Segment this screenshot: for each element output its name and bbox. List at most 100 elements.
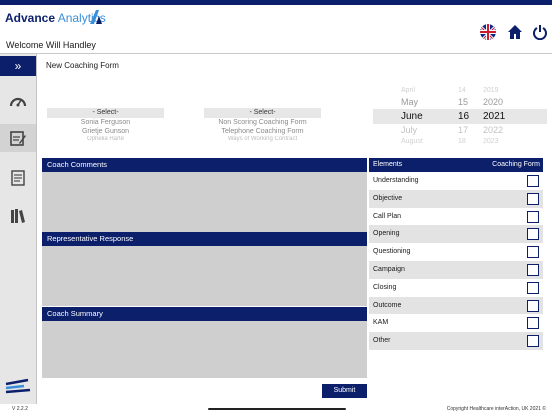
sidebar-item-notes[interactable] <box>0 164 36 192</box>
element-checkbox[interactable] <box>527 228 539 241</box>
element-row: Objective <box>369 189 543 208</box>
element-row: Opening <box>369 225 543 244</box>
element-checkbox[interactable] <box>527 281 539 294</box>
year-value: 2020 <box>483 97 504 107</box>
agent-option[interactable]: Ophelia Harte <box>47 136 164 142</box>
element-label: Understanding <box>373 177 419 184</box>
representative-response-textarea[interactable] <box>42 246 367 306</box>
year-value: 2021 <box>483 111 506 122</box>
date-picker-row[interactable]: August 18 2023 <box>373 137 547 147</box>
day-value: 18 <box>458 138 466 145</box>
elements-checklist: Elements Coaching Form Understanding Obj… <box>369 158 543 350</box>
element-checkbox[interactable] <box>527 263 539 276</box>
element-label: Call Plan <box>373 212 402 220</box>
element-row: Questioning <box>369 243 543 261</box>
submit-button[interactable]: Submit <box>322 384 367 398</box>
element-label: KAM <box>373 319 389 327</box>
element-row: Closing <box>369 278 543 297</box>
month-value: August <box>401 138 423 145</box>
date-picker[interactable]: April 14 2019 May 15 2020 June 16 2021 J… <box>373 86 547 147</box>
element-row: Call Plan <box>369 207 543 226</box>
element-checkbox[interactable] <box>527 335 539 348</box>
form-type-picker[interactable]: - Select- Non Scoring Coaching Form Tele… <box>204 108 321 142</box>
coaching-form-icon <box>10 131 26 146</box>
agent-option[interactable]: Grietje Gunson <box>47 127 164 136</box>
library-books-icon <box>11 209 25 223</box>
month-value: June <box>401 111 423 122</box>
brand-name-bold: Advance <box>5 11 56 25</box>
sidebar-item-library[interactable] <box>0 202 36 230</box>
year-value: 2019 <box>483 87 499 94</box>
element-row: Campaign <box>369 260 543 279</box>
coach-summary-textarea[interactable] <box>42 321 367 378</box>
representative-response-panel: Representative Response <box>42 232 367 306</box>
page-title: New Coaching Form <box>46 61 119 70</box>
month-value: April <box>401 87 416 94</box>
day-value: 15 <box>458 97 469 107</box>
element-checkbox[interactable] <box>527 175 539 187</box>
element-label: Questioning <box>373 248 411 256</box>
element-label: Other <box>373 337 391 345</box>
notes-icon <box>11 170 25 186</box>
home-indicator[interactable] <box>208 408 346 410</box>
app-header: Advance Analytics <box>0 5 552 40</box>
element-checkbox[interactable] <box>527 192 539 205</box>
footer: V 2.2.2 Copyright Healthcare interAction… <box>0 404 552 414</box>
element-label: Objective <box>373 194 403 202</box>
element-checkbox[interactable] <box>527 246 539 259</box>
coaching-form-header-label: Coaching Form <box>492 161 540 168</box>
form-type-picker-selected[interactable]: - Select- <box>204 108 321 118</box>
form-type-option[interactable]: Non Scoring Coaching Form <box>204 118 321 127</box>
coach-comments-heading: Coach Comments <box>42 158 367 172</box>
form-type-option[interactable]: Telephone Coaching Form <box>204 127 321 136</box>
coach-comments-panel: Coach Comments <box>42 158 367 232</box>
power-icon[interactable] <box>532 24 548 40</box>
element-checkbox[interactable] <box>527 317 539 330</box>
coach-summary-heading: Coach Summary <box>42 307 367 321</box>
representative-response-heading: Representative Response <box>42 232 367 246</box>
header-divider <box>0 53 552 54</box>
element-row: Understanding <box>369 172 543 190</box>
brand-mark-icon <box>90 10 102 24</box>
month-value: May <box>401 97 419 107</box>
date-picker-row[interactable]: July 17 2022 <box>373 124 547 137</box>
element-checkbox[interactable] <box>527 299 539 312</box>
date-picker-selected-row[interactable]: June 16 2021 <box>373 109 547 124</box>
element-label: Campaign <box>373 265 405 273</box>
date-picker-row[interactable]: April 14 2019 <box>373 86 547 96</box>
year-value: 2023 <box>483 138 499 145</box>
sidebar: » <box>0 54 37 404</box>
form-type-option[interactable]: Ways of Working Contract <box>204 136 321 142</box>
footer-logo-icon <box>5 378 31 394</box>
element-label: Opening <box>373 230 400 238</box>
element-label: Closing <box>373 283 397 291</box>
sidebar-item-coaching-form[interactable] <box>0 124 36 152</box>
day-value: 14 <box>458 87 466 94</box>
month-value: July <box>401 125 418 135</box>
element-row: KAM <box>369 314 543 333</box>
day-value: 16 <box>458 111 470 122</box>
sidebar-item-dashboard[interactable] <box>0 88 36 116</box>
elements-header-label: Elements <box>373 161 403 168</box>
element-label: Outcome <box>373 301 402 309</box>
agent-option[interactable]: Sonia Ferguson <box>47 118 164 127</box>
element-checkbox[interactable] <box>527 210 539 223</box>
sidebar-expand-button[interactable]: » <box>0 56 36 76</box>
agent-picker[interactable]: - Select- Sonia Ferguson Grietje Gunson … <box>47 108 164 142</box>
uk-flag-icon[interactable] <box>480 24 496 40</box>
coach-summary-panel: Coach Summary <box>42 307 367 378</box>
element-row: Outcome <box>369 296 543 315</box>
day-value: 17 <box>458 125 469 135</box>
agent-picker-selected[interactable]: - Select- <box>47 108 164 118</box>
home-icon[interactable] <box>507 24 523 40</box>
welcome-message: Welcome Will Handley <box>6 40 96 50</box>
gauge-icon <box>9 97 27 107</box>
coaching-form-area: New Coaching Form - Select- Sonia Fergus… <box>38 56 552 404</box>
coach-comments-textarea[interactable] <box>42 172 367 232</box>
copyright-text: Copyright Healthcare interAction, UK 202… <box>446 406 546 412</box>
app-version: V 2.2.2 <box>12 406 28 412</box>
elements-header: Elements Coaching Form <box>369 158 543 172</box>
year-value: 2022 <box>483 125 504 135</box>
date-picker-row[interactable]: May 15 2020 <box>373 96 547 109</box>
elements-rows: Understanding Objective Call Plan Openin… <box>369 172 543 350</box>
